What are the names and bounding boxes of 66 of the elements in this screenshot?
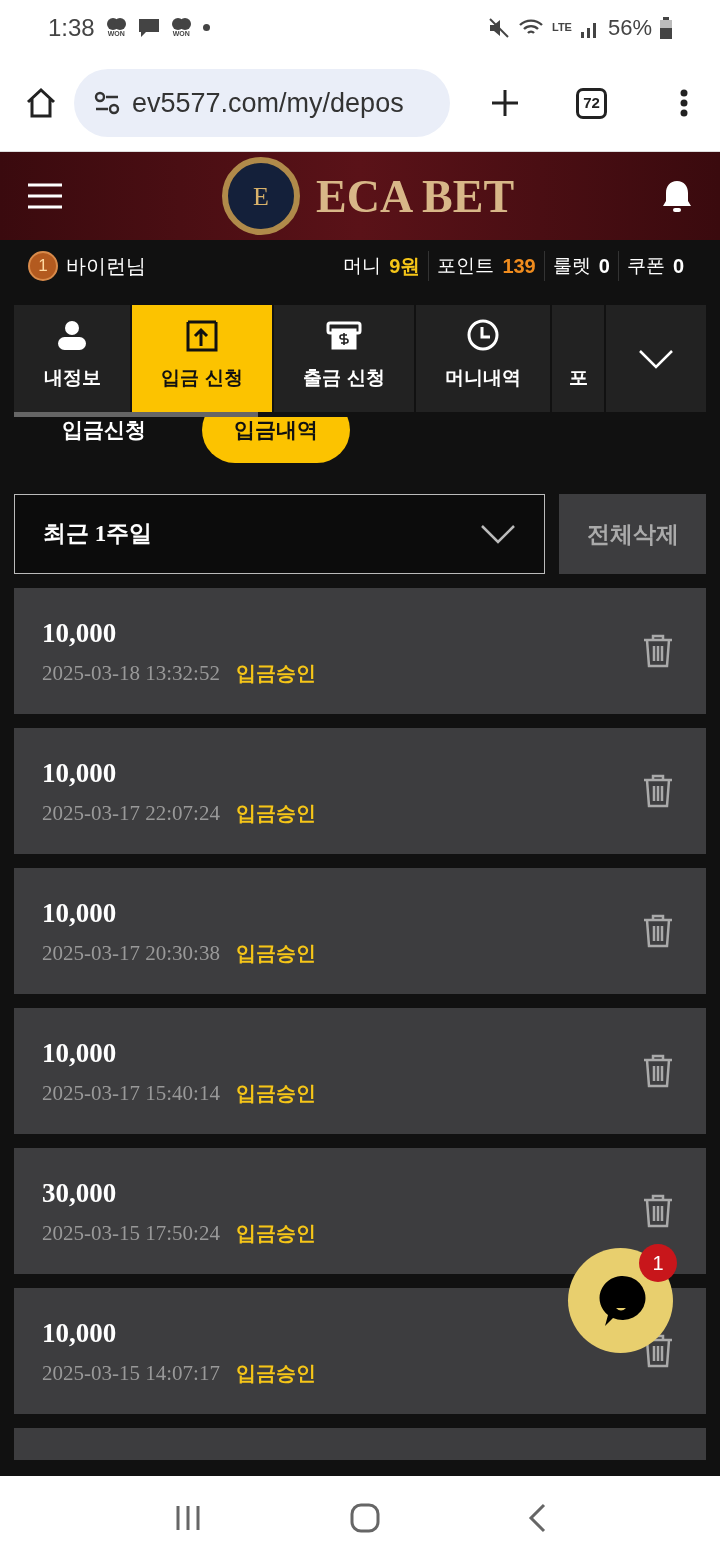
home-icon[interactable] [24,86,58,120]
username: 바이런님 [66,254,146,279]
cash-machine-icon [326,319,362,352]
subtab[interactable]: 입금내역 [202,417,350,463]
address-bar[interactable]: ev5577.com/my/depos [74,69,450,137]
stat-value: 139 [502,254,536,279]
site-settings-icon [94,91,120,115]
status-text: 입금승인 [235,1361,316,1387]
datetime-text: 2025-03-15 14:07:17 [42,1359,220,1387]
trash-icon[interactable] [642,913,674,949]
amount-text: 10,000 [42,1317,118,1350]
stat-label: 포인트 [437,253,495,278]
trash-icon[interactable] [642,1193,674,1229]
bell-icon[interactable] [662,179,692,213]
stat-value: 0 [598,254,610,279]
menu-icon[interactable] [28,183,62,209]
datetime-text: 2025-03-17 15:40:14 [42,1079,220,1107]
mute-icon [488,16,510,39]
chat-icon [137,17,160,38]
status-text: 입금승인 [235,1221,316,1247]
menu-tab[interactable]: 머니내역 [416,305,550,412]
stat-value: 0 [672,254,684,279]
datetime-text: 2025-03-18 13:32:52 [42,659,220,687]
menu-tab[interactable]: 포 [552,305,604,412]
stat-label: 쿠폰 [626,253,665,278]
clock-icon [466,317,500,352]
datetime-text: 2025-03-15 17:50:24 [42,1219,220,1247]
back-icon[interactable] [528,1503,546,1533]
status-text: 입금승인 [235,941,316,967]
clock-time: 1:38 [48,12,95,43]
amount-text: 10,000 [42,617,118,650]
trash-icon[interactable] [642,773,674,809]
level-badge: 1 [28,251,58,281]
status-text: 입금승인 [235,661,316,687]
battery-percent: 56% [607,14,652,42]
amount-text: 10,000 [42,897,118,930]
stat-label: 룰렛 [552,253,591,278]
trash-icon[interactable] [642,633,674,669]
stat-label: 머니 [343,253,382,278]
network-label: LTE [552,22,572,33]
menu-tab[interactable]: 출금 신청 [274,305,414,412]
datetime-text: 2025-03-17 22:07:24 [42,799,220,827]
period-select[interactable]: 최근 1주일 [14,494,545,574]
menu-tab[interactable]: 입금 신청 [132,305,272,412]
tab-count-button[interactable]: 72 [576,87,607,119]
url-text: ev5577.com/my/depos [132,86,404,120]
trash-icon[interactable] [642,1053,674,1089]
datetime-text: 2025-03-17 20:30:38 [42,939,220,967]
emblem-logo: E [222,157,300,235]
battery-icon [660,16,672,39]
home-button-icon[interactable] [350,1503,380,1533]
amount-text: 10,000 [42,1037,118,1070]
plus-icon[interactable] [490,88,520,118]
amount-text: 10,000 [42,757,118,790]
subtab[interactable]: 입금신청 [30,417,178,463]
delete-all-button[interactable]: 전체삭제 [559,494,706,574]
stat-value: 9원 [389,254,421,279]
status-text: 입금승인 [235,1081,316,1107]
recent-apps-icon[interactable] [174,1505,202,1531]
chevron-down-icon [480,524,516,544]
amount-text: 30,000 [42,1177,118,1210]
menu-tab[interactable]: 내정보 [14,305,130,412]
more-icon[interactable] [680,89,688,117]
brand-logo-text: ECA BET [316,169,515,224]
status-text: 입금승인 [235,801,316,827]
chevron-down-icon [638,348,674,369]
